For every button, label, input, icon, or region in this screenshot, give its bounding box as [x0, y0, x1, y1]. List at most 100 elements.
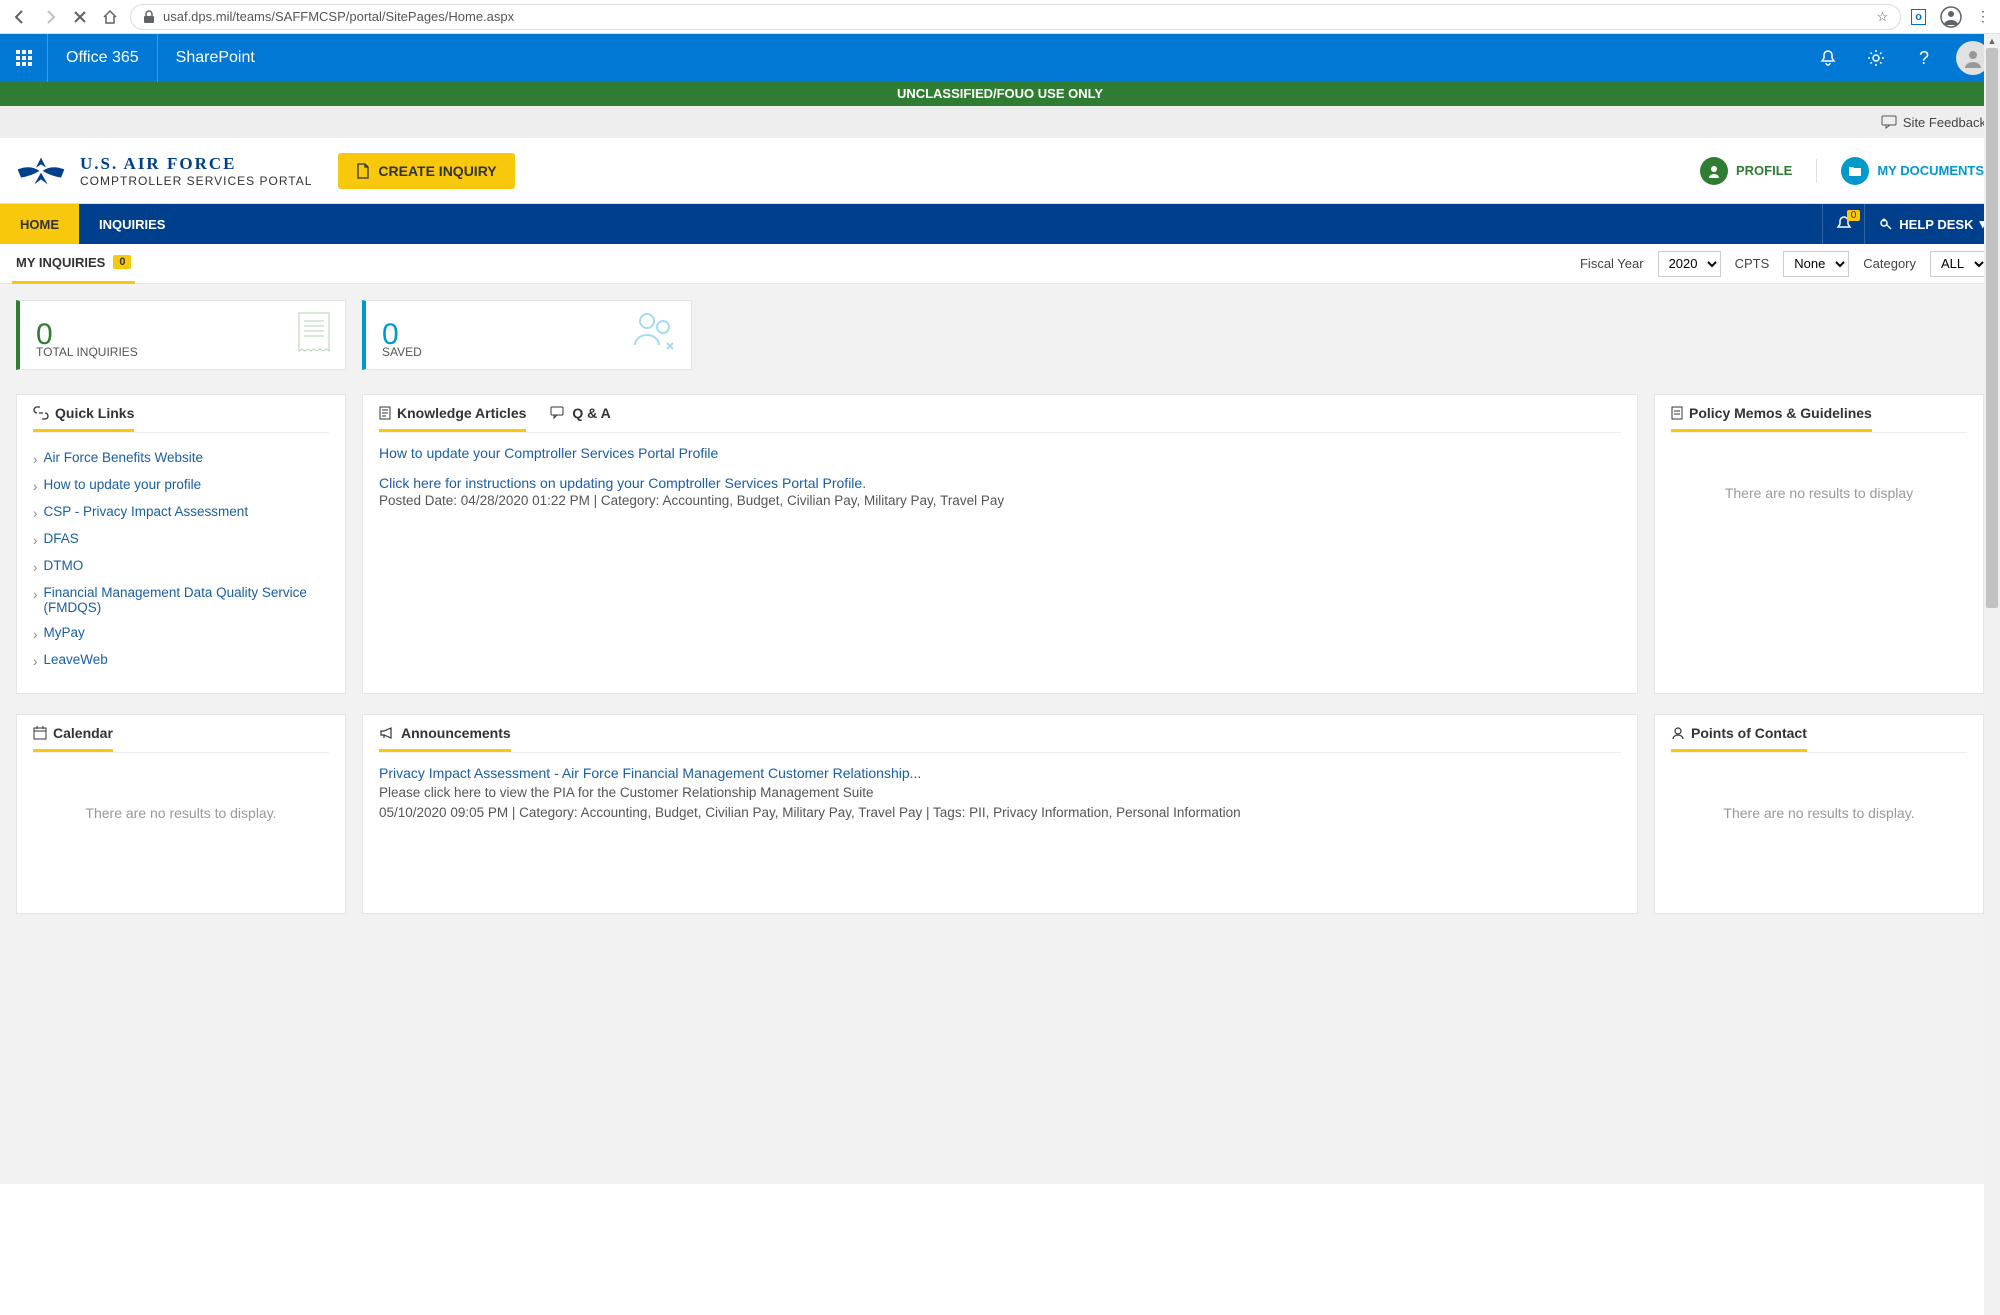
- quick-link-item[interactable]: ›CSP - Privacy Impact Assessment: [33, 499, 329, 526]
- quick-link-item[interactable]: ›Financial Management Data Quality Servi…: [33, 580, 329, 620]
- announcement-meta: 05/10/2020 09:05 PM | Category: Accounti…: [379, 803, 1621, 823]
- scroll-up-icon[interactable]: ▲: [1984, 34, 2000, 48]
- saved-inquiries-card[interactable]: 0 SAVED: [362, 300, 692, 370]
- site-header: U.S. AIR FORCE COMPTROLLER SERVICES PORT…: [0, 138, 2000, 204]
- quick-link-item[interactable]: ›How to update your profile: [33, 472, 329, 499]
- my-inquiries-count: 0: [113, 255, 131, 269]
- cpts-select[interactable]: None: [1783, 251, 1849, 277]
- category-label: Category: [1863, 256, 1916, 271]
- feedback-bar: Site Feedback: [0, 106, 2000, 138]
- total-inquiries-card[interactable]: 0 TOTAL INQUIRIES: [16, 300, 346, 370]
- site-subtitle: COMPTROLLER SERVICES PORTAL: [80, 174, 312, 188]
- article-icon: [379, 406, 391, 420]
- nav-inquiries[interactable]: INQUIRIES: [79, 204, 185, 244]
- nav-home[interactable]: HOME: [0, 204, 79, 244]
- policy-panel: Policy Memos & Guidelines There are no r…: [1654, 394, 1984, 694]
- announcement-title[interactable]: Privacy Impact Assessment - Air Force Fi…: [379, 765, 1621, 781]
- site-feedback-link[interactable]: Site Feedback: [1881, 115, 1986, 130]
- category-select[interactable]: ALL: [1930, 251, 1988, 277]
- star-icon[interactable]: ☆: [1877, 9, 1889, 25]
- back-button[interactable]: [10, 7, 30, 27]
- cpts-label: CPTS: [1735, 256, 1770, 271]
- receipt-icon: [297, 311, 331, 355]
- link-icon: [33, 406, 49, 420]
- home-button[interactable]: [100, 7, 120, 27]
- menu-icon[interactable]: ⋮: [1976, 8, 1990, 25]
- chevron-right-icon: ›: [33, 560, 38, 575]
- alerts-button[interactable]: 0: [1822, 204, 1864, 244]
- profile-icon: [1700, 157, 1728, 185]
- classification-banner: UNCLASSIFIED/FOUO USE ONLY: [0, 82, 2000, 106]
- knowledge-articles-tab[interactable]: Knowledge Articles: [379, 405, 526, 432]
- poc-empty-message: There are no results to display.: [1671, 765, 1967, 861]
- sharepoint-link[interactable]: SharePoint: [158, 34, 273, 82]
- saved-inquiries-label: SAVED: [382, 345, 422, 359]
- announcements-panel: Announcements Privacy Impact Assessment …: [362, 714, 1638, 914]
- url-text: usaf.dps.mil/teams/SAFFMCSP/portal/SiteP…: [163, 9, 514, 24]
- help-icon[interactable]: ?: [1908, 42, 1940, 74]
- quick-link-item[interactable]: ›MyPay: [33, 620, 329, 647]
- lock-icon: [143, 10, 155, 24]
- quick-links-header: Quick Links: [33, 405, 134, 432]
- document-icon: [356, 163, 370, 179]
- helpdesk-menu[interactable]: HELP DESK ▾: [1864, 204, 2000, 244]
- quick-link-item[interactable]: ›DTMO: [33, 553, 329, 580]
- policy-empty-message: There are no results to display: [1671, 445, 1967, 541]
- filter-bar: MY INQUIRIES 0 Fiscal Year 2020 CPTS Non…: [0, 244, 2000, 284]
- create-inquiry-button[interactable]: CREATE INQUIRY: [338, 153, 514, 189]
- main-nav: HOME INQUIRIES 0 HELP DESK ▾: [0, 204, 2000, 244]
- my-documents-link[interactable]: MY DOCUMENTS: [1841, 157, 1984, 185]
- address-bar[interactable]: usaf.dps.mil/teams/SAFFMCSP/portal/SiteP…: [130, 4, 1901, 30]
- quick-links-panel: Quick Links ›Air Force Benefits Website …: [16, 394, 346, 694]
- chevron-right-icon: ›: [33, 479, 38, 494]
- poc-panel: Points of Contact There are no results t…: [1654, 714, 1984, 914]
- calendar-header: Calendar: [33, 725, 113, 752]
- feedback-icon: [1881, 115, 1897, 129]
- quick-link-item[interactable]: ›DFAS: [33, 526, 329, 553]
- chevron-right-icon: ›: [33, 627, 38, 642]
- quick-links-list: ›Air Force Benefits Website ›How to upda…: [33, 445, 329, 674]
- knowledge-article-title[interactable]: How to update your Comptroller Services …: [379, 445, 1621, 461]
- total-inquiries-label: TOTAL INQUIRIES: [36, 345, 138, 359]
- qa-tab[interactable]: Q & A: [550, 405, 610, 432]
- knowledge-article-link[interactable]: Click here for instructions on updating …: [379, 475, 1621, 491]
- users-icon: [629, 311, 677, 351]
- calendar-panel: Calendar There are no results to display…: [16, 714, 346, 914]
- forward-button[interactable]: [40, 7, 60, 27]
- stop-button[interactable]: [70, 7, 90, 27]
- policy-header: Policy Memos & Guidelines: [1671, 405, 1872, 432]
- alerts-badge: 0: [1847, 210, 1861, 221]
- profile-link[interactable]: PROFILE: [1700, 157, 1792, 185]
- office365-link[interactable]: Office 365: [48, 34, 158, 82]
- chevron-right-icon: ›: [33, 654, 38, 669]
- quick-link-item[interactable]: ›LeaveWeb: [33, 647, 329, 674]
- browser-toolbar: usaf.dps.mil/teams/SAFFMCSP/portal/SiteP…: [0, 0, 2000, 34]
- site-logo[interactable]: U.S. AIR FORCE COMPTROLLER SERVICES PORT…: [16, 152, 312, 190]
- helpdesk-icon: [1879, 217, 1893, 231]
- memo-icon: [1671, 406, 1683, 420]
- announcements-header: Announcements: [379, 725, 511, 752]
- announcement-subtitle: Please click here to view the PIA for th…: [379, 783, 1621, 803]
- knowledge-article-meta: Posted Date: 04/28/2020 01:22 PM | Categ…: [379, 491, 1621, 511]
- outlook-icon[interactable]: o: [1911, 9, 1926, 25]
- notifications-icon[interactable]: [1812, 42, 1844, 74]
- scrollbar-thumb[interactable]: [1986, 48, 1998, 608]
- airforce-wings-icon: [16, 152, 66, 190]
- chevron-right-icon: ›: [33, 506, 38, 521]
- fiscal-year-select[interactable]: 2020: [1658, 251, 1721, 277]
- vertical-scrollbar[interactable]: ▲: [1984, 34, 2000, 1315]
- calendar-empty-message: There are no results to display.: [33, 765, 329, 861]
- poc-header: Points of Contact: [1671, 725, 1807, 752]
- megaphone-icon: [379, 726, 395, 740]
- chevron-right-icon: ›: [33, 533, 38, 548]
- user-icon[interactable]: [1940, 6, 1962, 28]
- calendar-icon: [33, 726, 47, 740]
- app-launcher-icon[interactable]: [0, 34, 48, 82]
- chevron-right-icon: ›: [33, 587, 38, 602]
- chevron-right-icon: ›: [33, 452, 38, 467]
- folder-icon: [1841, 157, 1869, 185]
- site-title: U.S. AIR FORCE: [80, 154, 312, 174]
- settings-icon[interactable]: [1860, 42, 1892, 74]
- quick-link-item[interactable]: ›Air Force Benefits Website: [33, 445, 329, 472]
- my-inquiries-tab[interactable]: MY INQUIRIES 0: [12, 244, 135, 284]
